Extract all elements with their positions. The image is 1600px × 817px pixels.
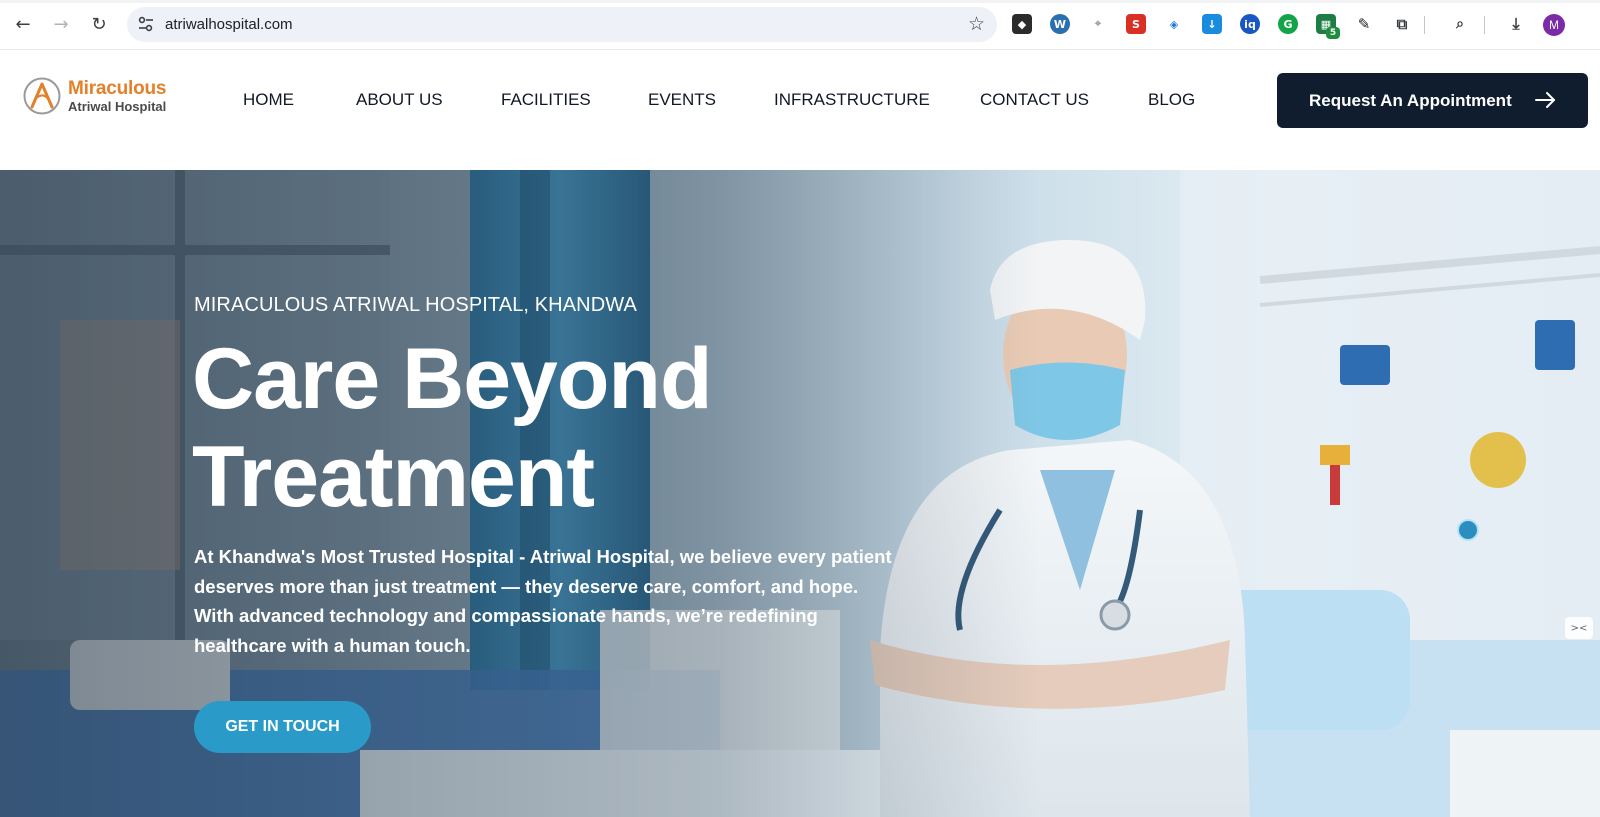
profile-avatar[interactable]: M <box>1543 14 1565 36</box>
nav-contact-us[interactable]: CONTACT US <box>980 90 1089 110</box>
wordpress-extension-icon[interactable]: W <box>1050 14 1070 34</box>
location-pin-extension-icon[interactable]: ⌖ <box>1088 14 1108 34</box>
forward-icon[interactable]: → <box>48 11 74 37</box>
request-appointment-label: Request An Appointment <box>1309 90 1512 110</box>
chat-widget-dot[interactable] <box>1457 519 1479 541</box>
nav-blog[interactable]: BLOG <box>1148 90 1195 110</box>
nav-home[interactable]: HOME <box>243 90 294 110</box>
iq-extension-icon[interactable]: iq <box>1240 14 1260 34</box>
tag-extension-icon[interactable]: ◈ <box>1164 14 1184 34</box>
reload-icon[interactable]: ↻ <box>86 11 112 37</box>
grammarly-extension-icon[interactable]: G <box>1278 14 1298 34</box>
hero-eyebrow: MIRACULOUS ATRIWAL HOSPITAL, KHANDWA <box>194 294 637 316</box>
logo-name: Miraculous <box>68 78 167 99</box>
hero-description: At Khandwa's Most Trusted Hospital - Atr… <box>194 546 892 656</box>
arrow-right-icon <box>1535 92 1555 108</box>
downloads-icon[interactable]: ⤓ <box>1506 14 1526 34</box>
get-in-touch-button[interactable]: GET IN TOUCH <box>194 701 371 753</box>
toolbar-separator <box>1424 16 1425 34</box>
hero-headline-line-1: Care Beyond <box>192 331 713 427</box>
nav-facilities[interactable]: FACILITIES <box>501 90 591 110</box>
collapse-side-tab-icon[interactable]: >< <box>1565 617 1593 639</box>
toolbar-separator <box>1484 16 1485 34</box>
seo-extension-icon[interactable]: S <box>1126 14 1146 34</box>
bookmark-star-icon[interactable]: ☆ <box>968 13 985 35</box>
search-tabs-icon[interactable]: ⌕ <box>1450 14 1470 34</box>
hero-headline: Care Beyond Treatment <box>192 330 892 526</box>
browser-toolbar: ← → ↻ atriwalhospital.com ☆ ◆ W ⌖ S ◈ ↓ … <box>0 0 1600 50</box>
hero-headline-line-2: Treatment <box>192 429 595 525</box>
nav-infrastructure[interactable]: INFRASTRUCTURE <box>774 90 930 110</box>
hero-banner: MIRACULOUS ATRIWAL HOSPITAL, KHANDWA Car… <box>0 170 1600 817</box>
site-settings-icon[interactable] <box>137 15 155 33</box>
site-header: Miraculous Atriwal Hospital HOME ABOUT U… <box>0 50 1600 170</box>
logo-mark-icon <box>23 77 61 115</box>
extensions-icon[interactable]: ⧉ <box>1392 14 1412 34</box>
nav-about-us[interactable]: ABOUT US <box>356 90 443 110</box>
extension-icon-1[interactable]: ◆ <box>1012 14 1032 34</box>
url-text[interactable]: atriwalhospital.com <box>165 16 293 33</box>
extension-badge: 5 <box>1326 27 1340 39</box>
logo-subname: Atriwal Hospital <box>68 99 167 114</box>
download-extension-icon[interactable]: ↓ <box>1202 14 1222 34</box>
nav-events[interactable]: EVENTS <box>648 90 716 110</box>
address-bar[interactable]: atriwalhospital.com ☆ <box>127 7 997 42</box>
tab-strip-edge <box>0 0 1600 3</box>
site-logo[interactable]: Miraculous Atriwal Hospital <box>22 76 192 118</box>
eyedropper-extension-icon[interactable]: ✎ <box>1354 14 1374 34</box>
request-appointment-button[interactable]: Request An Appointment <box>1277 73 1588 128</box>
back-icon[interactable]: ← <box>10 11 36 37</box>
